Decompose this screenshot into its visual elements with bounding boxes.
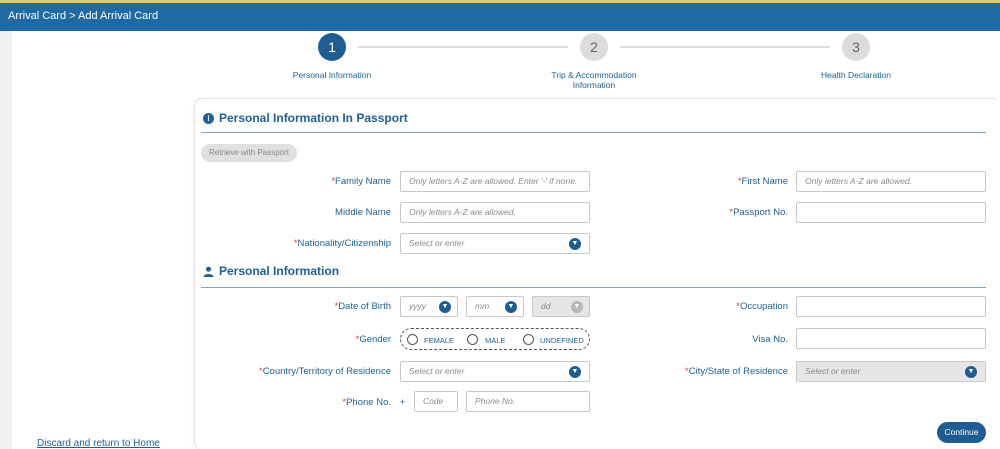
step-3-label: Health Declaration: [821, 70, 891, 80]
nationality-placeholder: Select or enter: [409, 238, 465, 248]
country-residence-placeholder: Select or enter: [409, 366, 465, 376]
gender-male-radio[interactable]: [467, 334, 478, 345]
passport-no-input[interactable]: [796, 202, 986, 223]
section-divider: [201, 287, 986, 288]
step-3-circle[interactable]: 3: [842, 33, 870, 61]
step-2-label-line2: Information: [572, 80, 616, 90]
gender-male-label[interactable]: MALE: [485, 336, 505, 345]
dob-month-select[interactable]: mm ▼: [466, 296, 524, 317]
chevron-down-icon[interactable]: ▼: [569, 238, 581, 250]
step-1-circle[interactable]: 1: [318, 33, 346, 61]
stepper-connector-2: [620, 46, 830, 48]
personal-section-title: Personal Information: [203, 264, 339, 278]
first-name-label: *First Name: [737, 176, 788, 187]
retrieve-with-passport-button[interactable]: Retrieve with Passport: [201, 144, 297, 162]
passport-section-title: i Personal Information In Passport: [203, 111, 408, 125]
chevron-down-icon[interactable]: ▼: [569, 366, 581, 378]
gender-female-label[interactable]: FEMALE: [424, 336, 454, 345]
chevron-down-icon[interactable]: ▼: [571, 301, 583, 313]
country-residence-select[interactable]: Select or enter ▼: [400, 361, 590, 382]
occupation-input[interactable]: [796, 296, 986, 317]
chevron-down-icon[interactable]: ▼: [439, 301, 451, 313]
step-1-label: Personal Information: [292, 70, 372, 80]
nationality-label: *Nationality/Citizenship: [293, 238, 391, 249]
phone-plus-sign: +: [400, 397, 406, 407]
phone-number-input[interactable]: Phone No.: [466, 391, 590, 412]
family-name-label: *Family Name: [331, 176, 391, 187]
person-icon: [203, 266, 214, 277]
gender-female-radio[interactable]: [407, 334, 418, 345]
step-2-label: Trip & Accommodation Information: [534, 70, 654, 90]
step-2-label-line1: Trip & Accommodation: [551, 70, 637, 80]
visa-no-label: Visa No.: [752, 334, 788, 345]
chevron-down-icon[interactable]: ▼: [965, 366, 977, 378]
left-panel: [12, 31, 176, 449]
gender-label: *Gender: [355, 334, 391, 345]
phone-label: *Phone No.: [342, 397, 391, 408]
country-residence-label: *Country/Territory of Residence: [258, 366, 391, 377]
dob-year-select[interactable]: yyyy ▼: [400, 296, 458, 317]
phone-code-input[interactable]: Code: [414, 391, 458, 412]
visa-no-input[interactable]: [796, 328, 986, 349]
continue-button[interactable]: Continue: [937, 422, 986, 443]
family-name-input[interactable]: Only letters A-Z are allowed. Enter '-' …: [400, 171, 590, 192]
middle-name-input[interactable]: Only letters A-Z are allowed.: [400, 202, 590, 223]
section-divider: [201, 132, 986, 133]
city-residence-placeholder: Select or enter: [805, 366, 861, 376]
top-bar: Arrival Card > Add Arrival Card: [0, 0, 1000, 31]
dob-month-placeholder: mm: [475, 301, 490, 311]
gender-undefined-radio[interactable]: [523, 334, 534, 345]
city-residence-select[interactable]: Select or enter ▼: [796, 361, 986, 382]
dob-label: *Date of Birth: [334, 301, 391, 312]
discard-return-home-link[interactable]: Discard and return to Home: [37, 438, 160, 449]
occupation-label: *Occupation: [736, 301, 788, 312]
nationality-select[interactable]: Select or enter ▼: [400, 233, 590, 254]
gender-radio-group: FEMALE MALE UNDEFINED: [400, 328, 590, 350]
passport-no-label: *Passport No.: [729, 207, 788, 218]
middle-name-label: Middle Name: [335, 207, 391, 218]
stepper-connector-1: [358, 46, 568, 48]
dob-year-placeholder: yyyy: [409, 301, 426, 311]
step-2-circle[interactable]: 2: [580, 33, 608, 61]
chevron-down-icon[interactable]: ▼: [505, 301, 517, 313]
passport-section-title-text: Personal Information In Passport: [219, 111, 408, 125]
first-name-input[interactable]: Only letters A-Z are allowed.: [796, 171, 986, 192]
dob-day-select[interactable]: dd ▼: [532, 296, 590, 317]
personal-section-title-text: Personal Information: [219, 264, 340, 278]
breadcrumb: Arrival Card > Add Arrival Card: [8, 10, 159, 22]
gender-undefined-label[interactable]: UNDEFINED: [540, 336, 584, 345]
info-icon: i: [203, 112, 214, 124]
city-residence-label: *City/State of Residence: [685, 366, 788, 377]
dob-day-placeholder: dd: [541, 301, 551, 311]
